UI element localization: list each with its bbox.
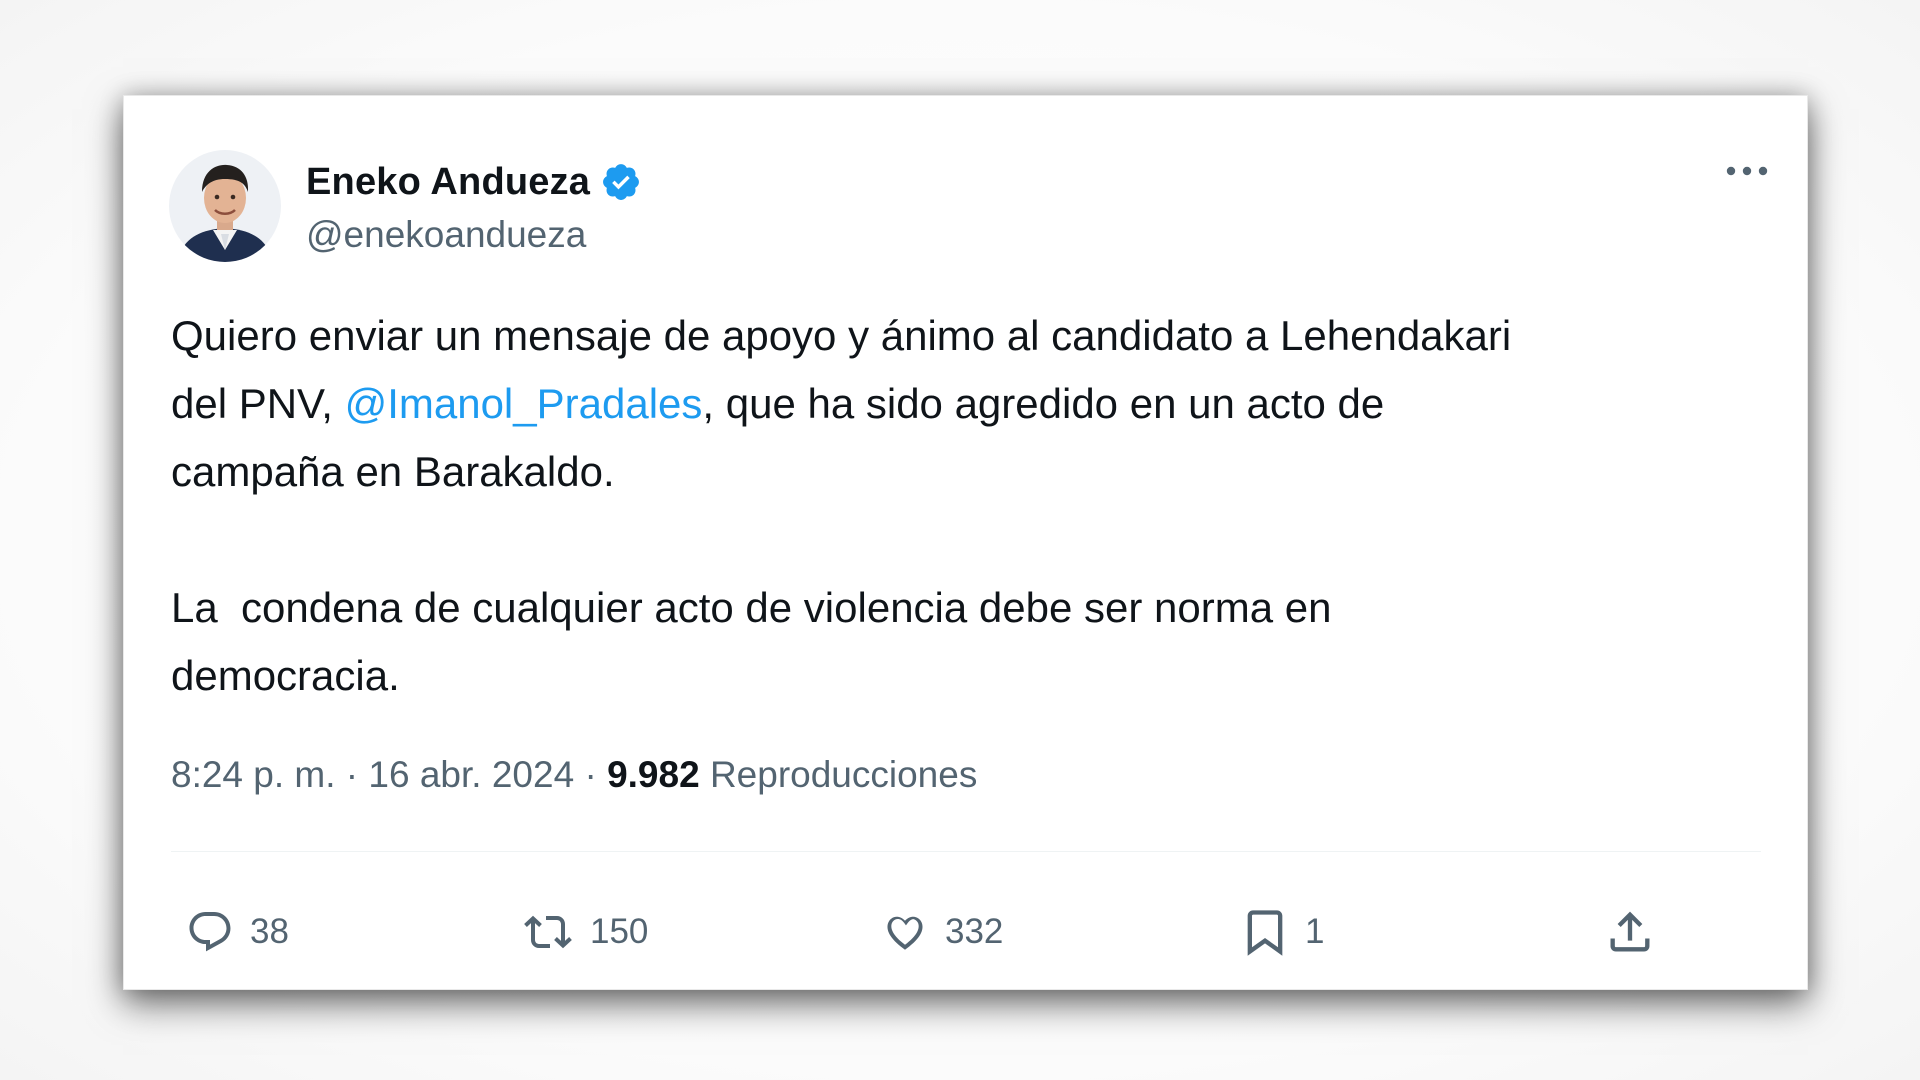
share-icon xyxy=(1610,911,1650,952)
author-handle[interactable]: @enekoandueza xyxy=(306,214,586,256)
meta-separator: · xyxy=(335,754,369,795)
tweet-text-fragment: del PNV, xyxy=(171,380,345,427)
tweet-meta: 8:24 p. m. · 16 abr. 2024 · 9.982 Reprod… xyxy=(171,754,977,796)
tweet-time[interactable]: 8:24 p. m. xyxy=(171,754,336,795)
verified-badge-icon xyxy=(600,160,644,204)
reply-count: 38 xyxy=(250,912,289,951)
like-button[interactable]: 332 xyxy=(879,896,1003,968)
avatar[interactable] xyxy=(169,150,281,262)
like-count: 332 xyxy=(945,912,1004,951)
more-horizontal-icon xyxy=(1726,166,1768,176)
reply-button[interactable]: 38 xyxy=(184,896,289,968)
divider xyxy=(171,851,1761,852)
tweet-card: Eneko Andueza @enekoandueza Quiero envia… xyxy=(123,95,1808,990)
bookmark-icon xyxy=(1247,910,1283,956)
share-button[interactable] xyxy=(1604,896,1656,968)
tweet-text-line: campaña en Barakaldo. xyxy=(171,448,615,495)
meta-separator: · xyxy=(574,754,608,795)
retweet-icon xyxy=(524,915,572,949)
tweet-text-line: La condena de cualquier acto de violenci… xyxy=(171,584,1332,631)
retweet-button[interactable]: 150 xyxy=(520,896,648,968)
reply-icon xyxy=(189,912,231,952)
retweet-count: 150 xyxy=(590,912,649,951)
heart-icon xyxy=(887,916,923,950)
bookmark-button[interactable]: 1 xyxy=(1239,896,1324,968)
tweet-text-line: del PNV, @Imanol_Pradales, que ha sido a… xyxy=(171,370,1771,438)
more-options-button[interactable] xyxy=(1717,151,1777,191)
author-name-row: Eneko Andueza xyxy=(306,156,644,208)
tweet-date[interactable]: 16 abr. 2024 xyxy=(368,754,574,795)
tweet-text: Quiero enviar un mensaje de apoyo y ánim… xyxy=(171,302,1771,710)
bookmark-count: 1 xyxy=(1305,912,1325,951)
views-count: 9.982 xyxy=(607,754,700,795)
tweet-text-line: democracia. xyxy=(171,652,400,699)
tweet-text-fragment: , que ha sido agredido en un acto de xyxy=(702,380,1385,427)
tweet-text-line: Quiero enviar un mensaje de apoyo y ánim… xyxy=(171,312,1512,359)
tweet-actions: 38 150 332 1 xyxy=(184,896,1764,968)
page-background: Eneko Andueza @enekoandueza Quiero envia… xyxy=(0,0,1920,1080)
mention-link[interactable]: @Imanol_Pradales xyxy=(345,380,703,427)
views-label: Reproducciones xyxy=(709,754,978,795)
author-name[interactable]: Eneko Andueza xyxy=(306,161,590,204)
